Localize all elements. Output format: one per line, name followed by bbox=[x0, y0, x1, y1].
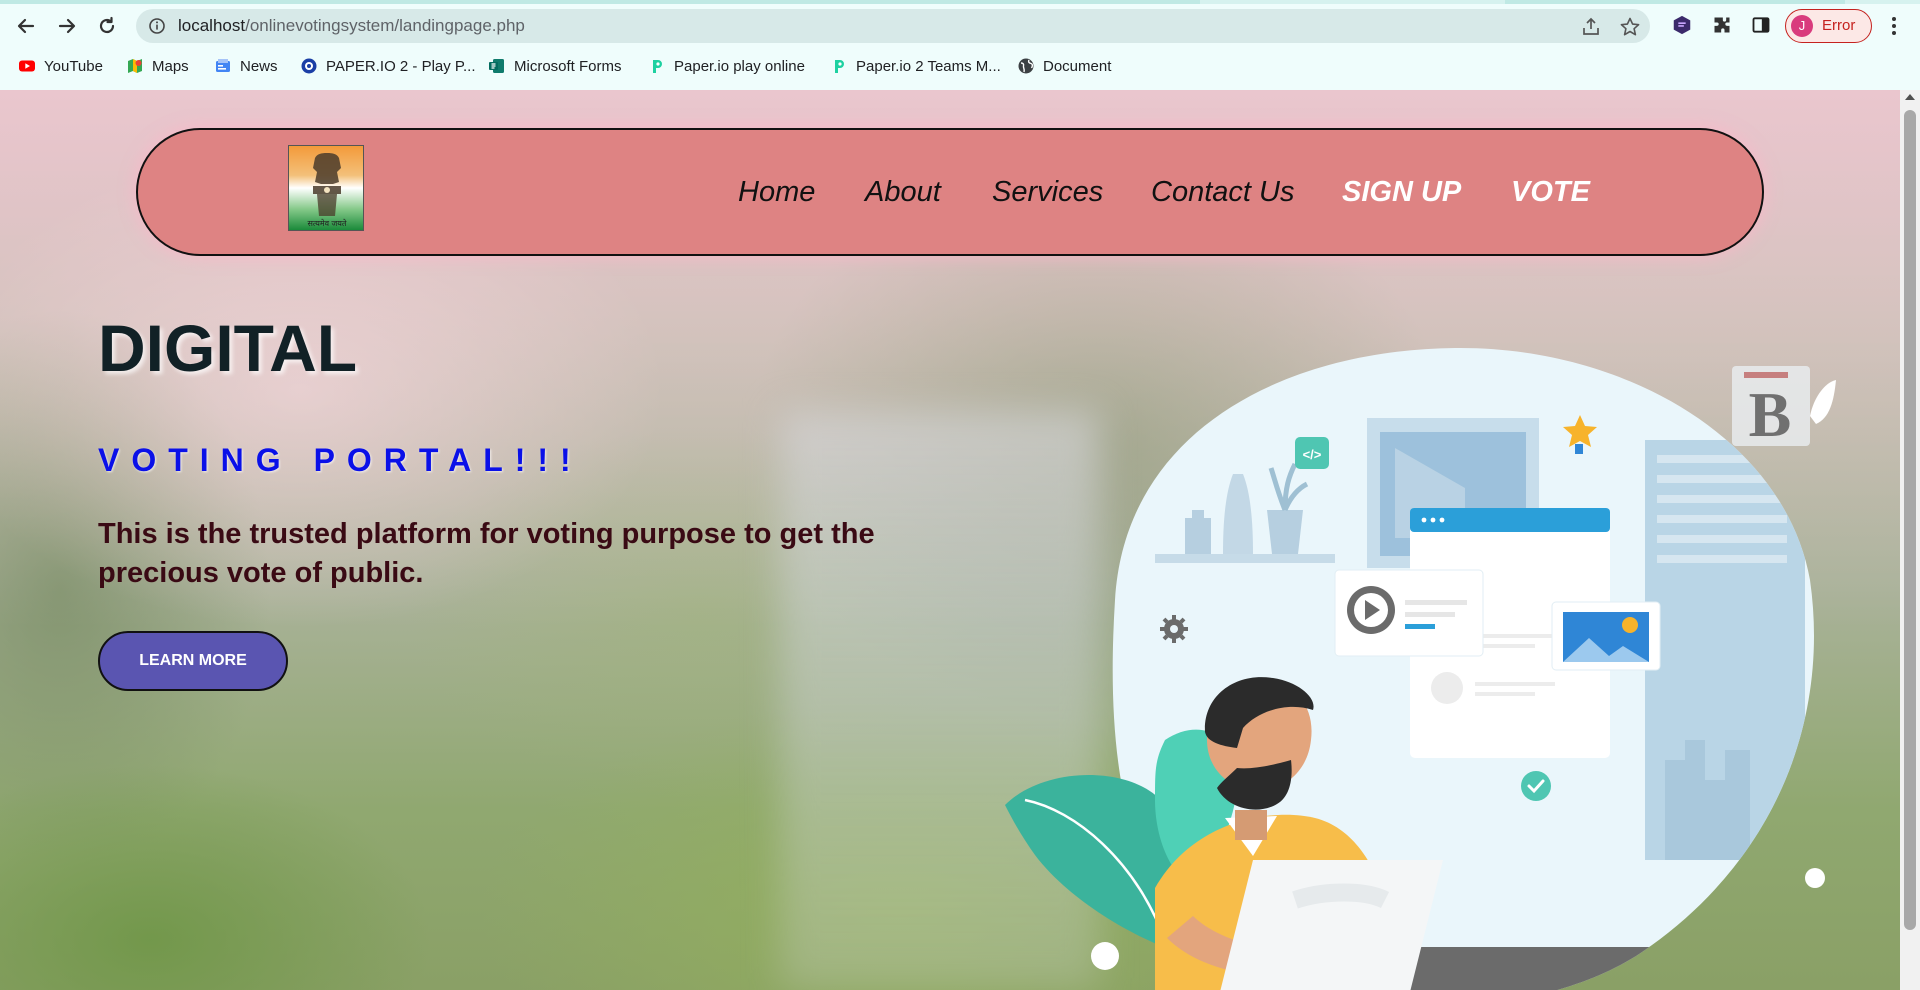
bookmark-label: Document bbox=[1043, 57, 1112, 75]
watermark-b-logo: B bbox=[1730, 360, 1840, 450]
extension-hexagon-icon[interactable] bbox=[1668, 11, 1696, 39]
share-icon[interactable] bbox=[1580, 16, 1602, 38]
site-navbar: सत्यमेव जयते Home About Services Contact… bbox=[136, 128, 1764, 256]
bookmark-label: Microsoft Forms bbox=[514, 57, 622, 75]
bookmark-label: Maps bbox=[152, 57, 189, 75]
bookmark-label: YouTube bbox=[44, 57, 103, 75]
emblem-motto: सत्यमेव जयते bbox=[307, 219, 347, 228]
nav-services-link[interactable]: Services bbox=[992, 130, 1103, 254]
nav-signup-link[interactable]: SIGN UP bbox=[1342, 130, 1461, 254]
hero-title: DIGITAL bbox=[98, 311, 358, 385]
address-bar[interactable]: localhost/onlinevotingsystem/landingpage… bbox=[136, 9, 1650, 43]
tab-strip bbox=[0, 0, 1920, 4]
side-panel-icon[interactable] bbox=[1747, 11, 1775, 39]
bookmark-paperio-play[interactable]: Paper.io play online bbox=[648, 50, 805, 82]
nav-about-link[interactable]: About bbox=[865, 130, 941, 254]
browser-menu-button[interactable] bbox=[1880, 12, 1908, 40]
nav-home-link[interactable]: Home bbox=[738, 130, 815, 254]
nav-contact-link[interactable]: Contact Us bbox=[1151, 130, 1294, 254]
globe-icon bbox=[1017, 57, 1035, 75]
nav-vote-link[interactable]: VOTE bbox=[1511, 130, 1590, 254]
arrow-left-icon bbox=[17, 18, 35, 34]
bookmark-label: Paper.io play online bbox=[674, 57, 805, 75]
hero-subtitle: VOTING PORTAL!!! bbox=[98, 442, 583, 478]
bookmark-maps[interactable]: Maps bbox=[126, 50, 189, 82]
bookmark-label: PAPER.IO 2 - Play P... bbox=[326, 57, 476, 75]
bookmark-label: Paper.io 2 Teams M... bbox=[856, 57, 1001, 75]
bookmark-youtube[interactable]: YouTube bbox=[18, 50, 103, 82]
url-text: localhost/onlinevotingsystem/landingpage… bbox=[178, 9, 525, 43]
url-path: /onlinevotingsystem/landingpage.php bbox=[245, 16, 525, 35]
news-icon bbox=[214, 57, 232, 75]
b-logo-letter: B bbox=[1749, 379, 1792, 450]
bookmark-paperio-teams[interactable]: Paper.io 2 Teams M... bbox=[830, 50, 1001, 82]
maps-icon bbox=[126, 57, 144, 75]
paperio-circle-icon bbox=[300, 57, 318, 75]
paperio-p-icon bbox=[830, 57, 848, 75]
url-host: localhost bbox=[178, 16, 246, 35]
extensions-puzzle-icon[interactable] bbox=[1708, 11, 1736, 39]
browser-toolbar: localhost/onlinevotingsystem/landingpage… bbox=[0, 6, 1920, 46]
hero-illustration: </> bbox=[985, 340, 1855, 990]
bookmark-microsoft-forms[interactable]: Microsoft Forms bbox=[488, 50, 622, 82]
developer-at-laptop-illustration: </> bbox=[1005, 347, 1825, 990]
forms-icon bbox=[488, 57, 506, 75]
scrollbar-thumb[interactable] bbox=[1904, 110, 1916, 930]
reload-icon bbox=[99, 16, 115, 34]
bookmark-news[interactable]: News bbox=[214, 50, 278, 82]
page-scrollbar[interactable] bbox=[1900, 90, 1920, 990]
profile-avatar: J bbox=[1791, 15, 1813, 37]
national-emblem-logo[interactable]: सत्यमेव जयते bbox=[288, 145, 364, 231]
youtube-icon bbox=[18, 57, 36, 75]
scroll-up-arrow-icon[interactable] bbox=[1905, 94, 1915, 100]
back-button[interactable] bbox=[10, 10, 42, 42]
bookmark-document[interactable]: Document bbox=[1017, 50, 1111, 82]
more-vert-icon bbox=[1892, 17, 1896, 35]
learn-more-button[interactable]: LEARN MORE bbox=[98, 631, 288, 691]
hero-description: This is the trusted platform for voting … bbox=[98, 518, 875, 589]
paperio-p-icon bbox=[648, 57, 666, 75]
bookmark-label: News bbox=[240, 57, 278, 75]
arrow-right-icon bbox=[58, 18, 76, 34]
reload-button[interactable] bbox=[91, 10, 123, 42]
site-info-icon[interactable] bbox=[148, 17, 166, 35]
bookmark-paperio2[interactable]: PAPER.IO 2 - Play P... bbox=[300, 50, 476, 82]
profile-error-label: Error bbox=[1822, 17, 1856, 34]
forward-button[interactable] bbox=[51, 10, 83, 42]
bookmark-star-icon[interactable] bbox=[1619, 16, 1641, 38]
profile-button[interactable]: J Error bbox=[1785, 9, 1872, 43]
page-viewport: सत्यमेव जयते Home About Services Contact… bbox=[0, 90, 1900, 990]
code-tag-icon: </> bbox=[1303, 447, 1322, 462]
bookmarks-bar: YouTube Maps News PAPER.IO 2 - Play P...… bbox=[0, 50, 1920, 82]
browser-chrome: localhost/onlinevotingsystem/landingpage… bbox=[0, 0, 1920, 90]
